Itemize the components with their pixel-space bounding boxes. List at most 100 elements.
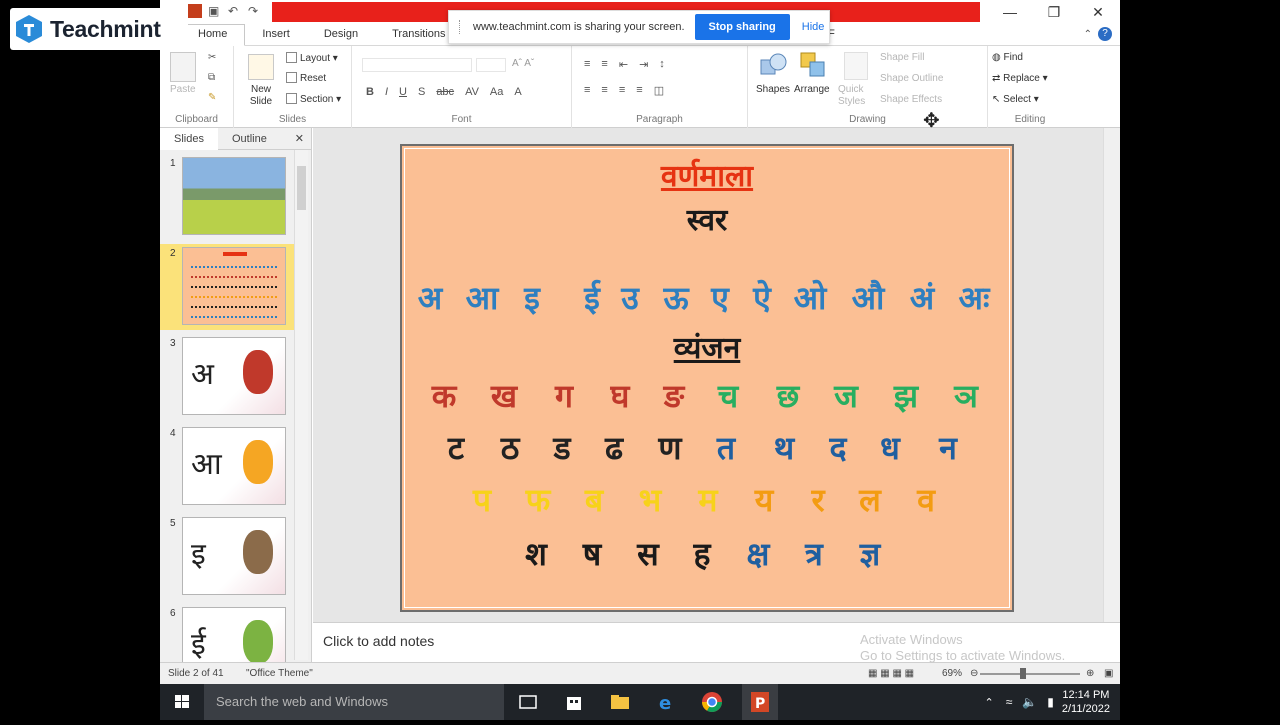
align-right-icon[interactable]: ≡: [619, 84, 625, 97]
slide-thumbnail[interactable]: 1: [160, 154, 300, 240]
arrange-icon[interactable]: [798, 50, 828, 80]
drag-handle-icon[interactable]: [459, 20, 461, 34]
shapes-icon[interactable]: [758, 50, 788, 80]
increase-indent-icon[interactable]: ⇥: [639, 58, 648, 71]
new-slide-button[interactable]: New Slide: [246, 84, 276, 108]
decrease-indent-icon[interactable]: ⇤: [619, 58, 628, 71]
layout-button[interactable]: Layout ▾: [286, 52, 338, 64]
minimize-icon[interactable]: —: [988, 0, 1032, 24]
main-scrollbar[interactable]: [1103, 128, 1120, 622]
volume-icon[interactable]: 🔈: [1022, 695, 1037, 709]
consonant-letter: ज: [834, 377, 858, 415]
tab-design[interactable]: Design: [307, 28, 375, 45]
tab-insert[interactable]: Insert: [245, 28, 307, 45]
shadow-icon[interactable]: S: [418, 86, 425, 98]
numbering-icon[interactable]: ≡: [601, 58, 607, 71]
save-icon[interactable]: ▣: [208, 4, 222, 18]
find-button[interactable]: ◍ Find: [992, 52, 1023, 63]
edge-icon[interactable]: e: [654, 690, 678, 714]
tray-expand-icon[interactable]: ⌃: [985, 696, 994, 709]
tab-outline[interactable]: Outline: [218, 128, 281, 150]
store-icon[interactable]: [562, 690, 586, 714]
powerpoint-taskbar-button[interactable]: P: [742, 684, 778, 720]
close-icon[interactable]: ✕: [295, 132, 304, 145]
font-color-icon[interactable]: A: [514, 86, 521, 98]
screen: Teachmint ▣ ↶ ↷ — ❐ ✕ Home Insert Design Tr…: [0, 0, 1280, 720]
case-icon[interactable]: Aa: [490, 86, 503, 98]
vowel-letter: ऐ: [753, 279, 771, 317]
undo-icon[interactable]: ↶: [228, 4, 242, 18]
align-left-icon[interactable]: ≡: [584, 84, 590, 97]
paste-icon[interactable]: [170, 52, 196, 82]
tab-slides[interactable]: Slides: [160, 127, 218, 150]
font-name-select[interactable]: [362, 58, 472, 72]
replace-button[interactable]: ⇄ Replace ▾: [992, 73, 1048, 84]
taskbar-search[interactable]: Search the web and Windows: [204, 684, 504, 720]
align-center-icon[interactable]: ≡: [601, 84, 607, 97]
restore-icon[interactable]: ❐: [1032, 0, 1076, 24]
thumbnail-image: अ: [182, 337, 286, 415]
strikethrough-icon[interactable]: abc: [436, 86, 454, 98]
file-explorer-icon[interactable]: [608, 690, 632, 714]
fit-slide-icon[interactable]: ▣: [1104, 668, 1113, 679]
search-placeholder[interactable]: Search the web and Windows: [216, 694, 388, 709]
normal-view-icon[interactable]: ▦ ▦ ▦ ▦: [868, 668, 914, 679]
paste-button[interactable]: Paste: [170, 84, 196, 95]
copy-icon[interactable]: ⧉: [208, 72, 215, 83]
slide-thumbnail[interactable]: 2: [160, 244, 300, 330]
cut-icon[interactable]: ✂: [208, 52, 216, 63]
consonant-letter: भ: [638, 481, 662, 519]
notes-placeholder[interactable]: Click to add notes: [323, 633, 434, 649]
help-icon[interactable]: ?: [1098, 27, 1112, 41]
paragraph-label: Paragraph: [636, 114, 683, 125]
section-button[interactable]: Section ▾: [286, 93, 341, 105]
zoom-slider[interactable]: [980, 668, 1080, 679]
notification-icon[interactable]: ▮: [1047, 695, 1054, 709]
clock[interactable]: 12:14 PM 2/11/2022: [1062, 688, 1110, 716]
task-view-icon[interactable]: [516, 690, 540, 714]
zoom-in-icon[interactable]: ⊕: [1086, 668, 1094, 679]
arrange-button[interactable]: Arrange: [794, 84, 830, 95]
font-size-select[interactable]: [476, 58, 506, 72]
bullets-icon[interactable]: ≡: [584, 58, 590, 71]
consonant-letter: म: [698, 481, 718, 519]
hide-button[interactable]: Hide: [802, 21, 825, 33]
slide-title: वर्णमाला: [660, 159, 754, 194]
tab-home[interactable]: Home: [180, 24, 246, 46]
columns-icon[interactable]: ◫: [654, 84, 664, 97]
format-painter-icon[interactable]: ✎: [208, 92, 216, 103]
select-button[interactable]: ↖ Select ▾: [992, 94, 1039, 105]
quick-styles-button[interactable]: Quick Styles: [838, 84, 874, 108]
reset-button[interactable]: Reset: [286, 72, 326, 84]
new-slide-icon[interactable]: [248, 54, 274, 80]
grow-font-icon[interactable]: Aˆ Aˇ: [512, 58, 534, 69]
line-spacing-icon[interactable]: ↕: [659, 58, 665, 71]
spacing-icon[interactable]: AV: [465, 86, 479, 98]
thumbnail-image: आ: [182, 427, 286, 505]
zoom-out-icon[interactable]: ⊖: [970, 668, 978, 679]
shape-fill-button[interactable]: Shape Fill: [880, 52, 924, 63]
shapes-button[interactable]: Shapes: [756, 84, 790, 95]
shape-effects-button[interactable]: Shape Effects: [880, 94, 942, 105]
bold-icon[interactable]: B: [366, 86, 374, 98]
slide-canvas[interactable]: वर्णमाला स्वर अ आ इ ई उ ऊ ए ऐ ओ औ अं अः व्यंजन कखगघ…: [400, 144, 1014, 612]
svg-text:e: e: [659, 693, 671, 714]
italic-icon[interactable]: I: [385, 86, 388, 98]
stop-sharing-button[interactable]: Stop sharing: [694, 14, 790, 40]
slide-thumbnail[interactable]: 3अ: [160, 334, 300, 420]
slide-pane-scrollbar[interactable]: [294, 150, 308, 660]
collapse-ribbon-icon[interactable]: ⌃: [1084, 29, 1092, 40]
quick-styles-icon[interactable]: [844, 52, 868, 80]
justify-icon[interactable]: ≡: [636, 84, 642, 97]
network-icon[interactable]: ≈: [1006, 695, 1013, 709]
slide-thumbnail[interactable]: 4आ: [160, 424, 300, 510]
underline-icon[interactable]: U: [399, 86, 407, 98]
windows-start-icon[interactable]: [160, 684, 204, 720]
zoom-level[interactable]: 69%: [942, 668, 962, 679]
shape-outline-button[interactable]: Shape Outline: [880, 73, 943, 84]
redo-icon[interactable]: ↷: [248, 4, 262, 18]
powerpoint-icon: P: [751, 692, 769, 712]
chrome-icon[interactable]: [700, 690, 724, 714]
slide-thumbnail[interactable]: 5इ: [160, 514, 300, 600]
close-icon[interactable]: ✕: [1076, 0, 1120, 24]
